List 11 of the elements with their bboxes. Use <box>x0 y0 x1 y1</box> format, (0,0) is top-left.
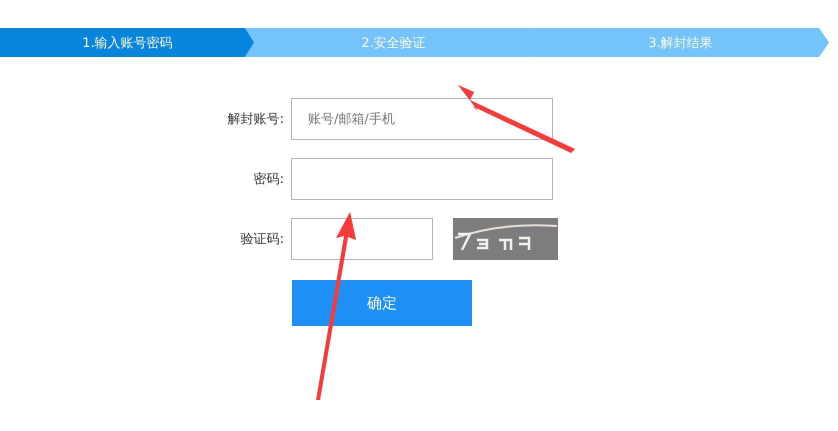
step-tab[interactable]: 1.输入账号密码 <box>0 28 255 57</box>
step-tab[interactable]: 2.安全验证 <box>245 28 542 57</box>
captcha-field[interactable] <box>291 218 433 260</box>
step-tab[interactable]: 3.解封结果 <box>532 28 829 57</box>
field-label: 解封账号: <box>226 111 284 128</box>
field-label: 密码: <box>252 171 284 188</box>
confirm-button[interactable]: 确定 <box>292 280 472 326</box>
captcha-image[interactable] <box>453 218 558 260</box>
password-field[interactable] <box>291 158 553 200</box>
field-label: 验证码: <box>240 231 284 248</box>
account-field[interactable]: 账号/邮箱/手机 <box>291 98 553 140</box>
